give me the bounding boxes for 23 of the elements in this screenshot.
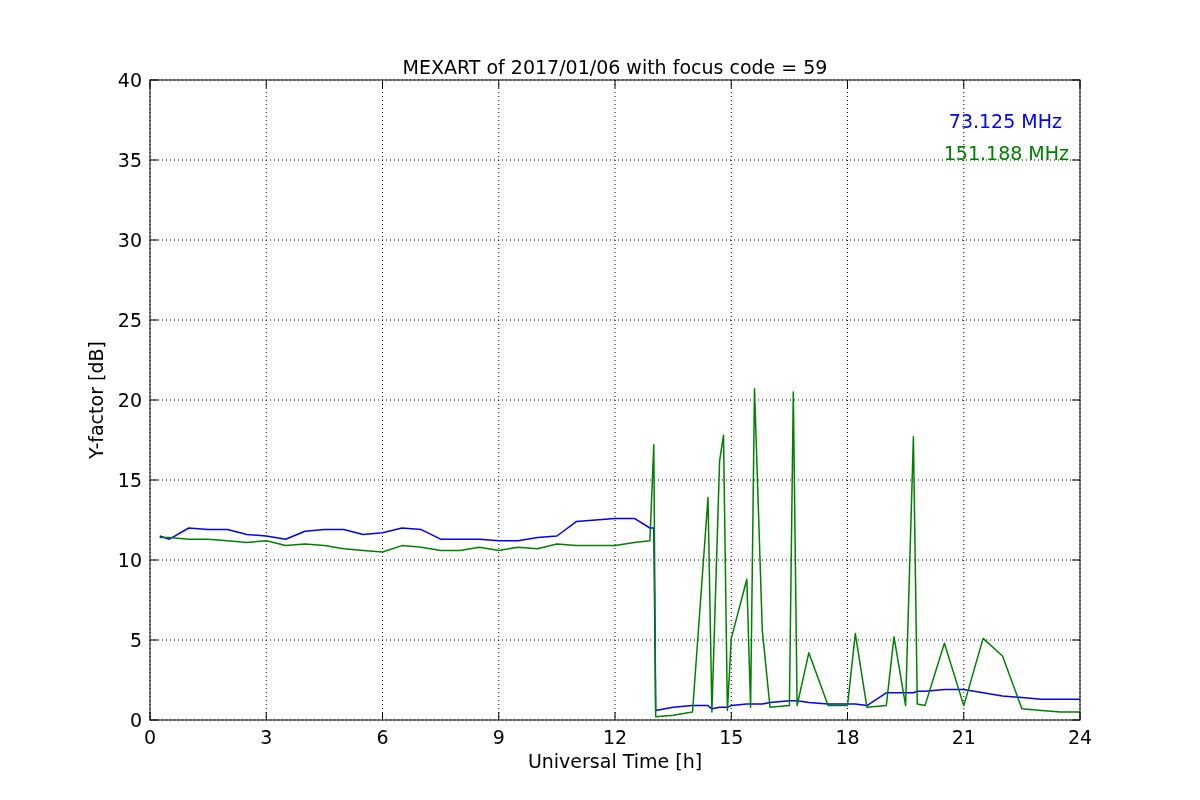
legend-label: 73.125 MHz <box>948 110 1062 132</box>
legend-label: 151.188 MHz <box>943 142 1069 164</box>
tick-label: 5 <box>129 629 142 651</box>
tick-label: 6 <box>376 726 389 748</box>
axis-label: Universal Time [h] <box>527 750 703 772</box>
chart-title: MEXART of 2017/01/06 with focus code = 59 <box>402 56 828 78</box>
tick-label: 3 <box>260 726 273 748</box>
axis-label: Y-factor [dB] <box>85 341 107 459</box>
tick-label: 15 <box>117 469 142 491</box>
tick-label: 30 <box>117 229 142 251</box>
tick-label: 0 <box>143 726 157 748</box>
tick-label: 35 <box>117 149 142 171</box>
tick-label: 0 <box>129 709 142 731</box>
tick-label: 9 <box>492 726 505 748</box>
tick-label: 15 <box>719 726 744 748</box>
tick-label: 25 <box>117 309 142 331</box>
tick-label: 20 <box>117 389 142 411</box>
tick-label: 12 <box>602 726 628 748</box>
tick-label: 21 <box>951 726 976 748</box>
tick-label: 24 <box>1067 726 1093 748</box>
tick-label: 40 <box>117 69 142 91</box>
tick-label: 10 <box>117 549 142 571</box>
tick-label: 18 <box>835 726 860 748</box>
